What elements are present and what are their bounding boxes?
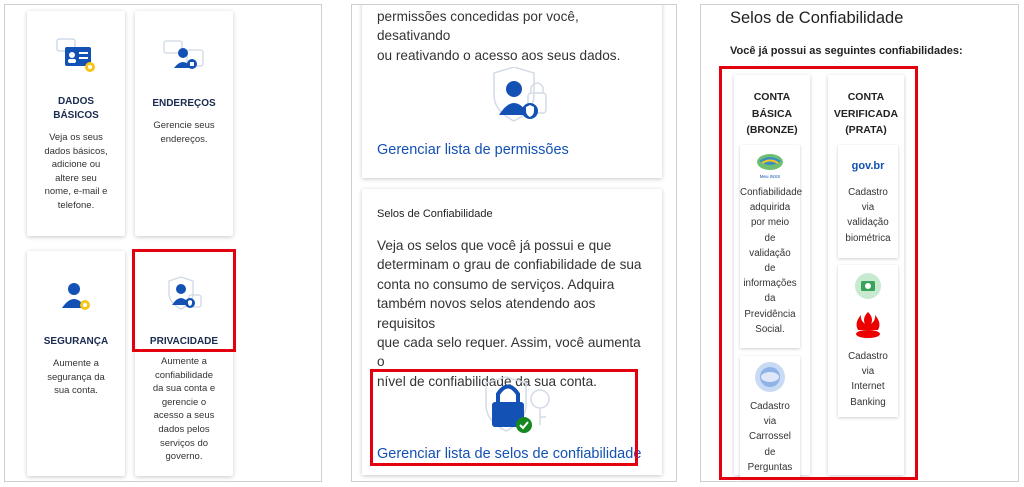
permissions-description: permissões concedidas por você, desativa… — [377, 9, 621, 63]
permissions-card: permissões concedidas por você, desativa… — [362, 5, 662, 178]
card-seguranca[interactable]: SEGURANÇA Aumente a segurança da sua con… — [27, 251, 125, 476]
card-title: ENDEREÇOS — [152, 98, 216, 109]
permissions-icon — [480, 66, 552, 129]
seals-card-title: Selos de Confiabilidade — [377, 208, 493, 220]
card-dados-basicos[interactable]: DADOS BÁSICOS Veja os seus dados básicos… — [27, 11, 125, 236]
card-description: Veja os seus dados básicos, adicione ou … — [44, 132, 108, 211]
highlight-privacidade — [132, 249, 236, 352]
card-description: Aumente a confiabilidade da sua conta e … — [152, 356, 216, 463]
page-title: Selos de Confiabilidade — [730, 9, 904, 27]
card-description: Gerencie seus endereços. — [153, 120, 215, 145]
page-subtitle: Você já possui as seguintes confiabilida… — [730, 45, 963, 57]
id-card-icon — [27, 33, 125, 79]
card-description: Aumente a segurança da sua conta. — [47, 358, 105, 397]
account-menu-panel: DADOS BÁSICOS Veja os seus dados básicos… — [4, 4, 322, 482]
highlight-seals-link — [370, 369, 638, 466]
card-enderecos[interactable]: ENDEREÇOS Gerencie seus endereços. — [135, 11, 233, 236]
seals-description: Veja os selos que você já possui e que d… — [377, 238, 642, 389]
seals-page-panel: Selos de Confiabilidade Você já possui a… — [700, 4, 1019, 482]
manage-permissions-link[interactable]: Gerenciar lista de permissões — [377, 142, 569, 158]
privacy-page-panel: permissões concedidas por você, desativa… — [351, 4, 677, 482]
security-icon — [27, 273, 125, 319]
card-title: SEGURANÇA — [43, 336, 109, 347]
highlight-seals-list — [719, 66, 918, 480]
address-icon — [135, 33, 233, 79]
card-title: DADOS BÁSICOS — [53, 96, 99, 121]
